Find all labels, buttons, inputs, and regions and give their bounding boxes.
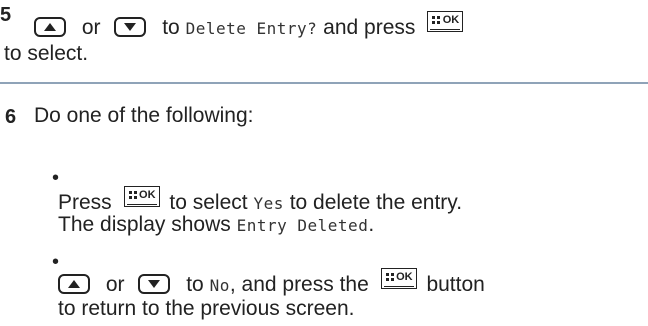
step-6-intro: Do one of the following:	[34, 104, 254, 127]
bullet-2-line-2: to return to the previous screen.	[58, 297, 355, 320]
step-5-line-2: to select.	[4, 42, 89, 65]
ok-label: OK	[442, 14, 460, 26]
to-select-text: to select	[169, 191, 248, 214]
step-divider	[0, 82, 648, 84]
up-arrow-button-icon	[34, 17, 66, 37]
and-press-text: and press	[323, 16, 416, 39]
menu-ok-button-icon: OK	[380, 268, 417, 289]
display-text-no: No	[209, 276, 230, 295]
step-number: 5	[0, 4, 12, 26]
bullet-2-line-1: or to No, and press the OK button	[58, 268, 485, 299]
period-text: .	[368, 213, 375, 236]
step-number: 6	[5, 106, 17, 128]
display-text-deleted: Entry Deleted	[236, 216, 369, 235]
display-text: Delete Entry?	[185, 19, 318, 38]
to-text: to	[186, 273, 204, 296]
or-text: or	[81, 16, 101, 39]
bullet-1-line-2: The display shows Entry Deleted.	[58, 212, 374, 239]
display-text-yes: Yes	[253, 194, 284, 213]
display-shows-text: The display shows	[58, 213, 231, 236]
ok-label: OK	[139, 189, 156, 201]
ok-label: OK	[396, 271, 413, 283]
to-text: to	[162, 16, 180, 39]
menu-ok-button-icon: OK	[123, 186, 160, 207]
bullet-marker: •	[52, 251, 60, 273]
menu-ok-button-icon: OK	[427, 11, 464, 32]
or-text: or	[105, 273, 125, 296]
bullet-marker: •	[52, 167, 60, 189]
down-arrow-button-icon	[114, 17, 147, 37]
button-text: button	[426, 273, 485, 296]
to-delete-text: to delete the entry.	[289, 191, 463, 214]
and-press-the-text: , and press the	[229, 273, 369, 296]
up-arrow-button-icon	[58, 274, 90, 294]
down-arrow-button-icon	[138, 274, 171, 294]
press-text: Press	[58, 191, 112, 214]
step-5-line-1: or to Delete Entry? and press OK	[34, 11, 464, 42]
